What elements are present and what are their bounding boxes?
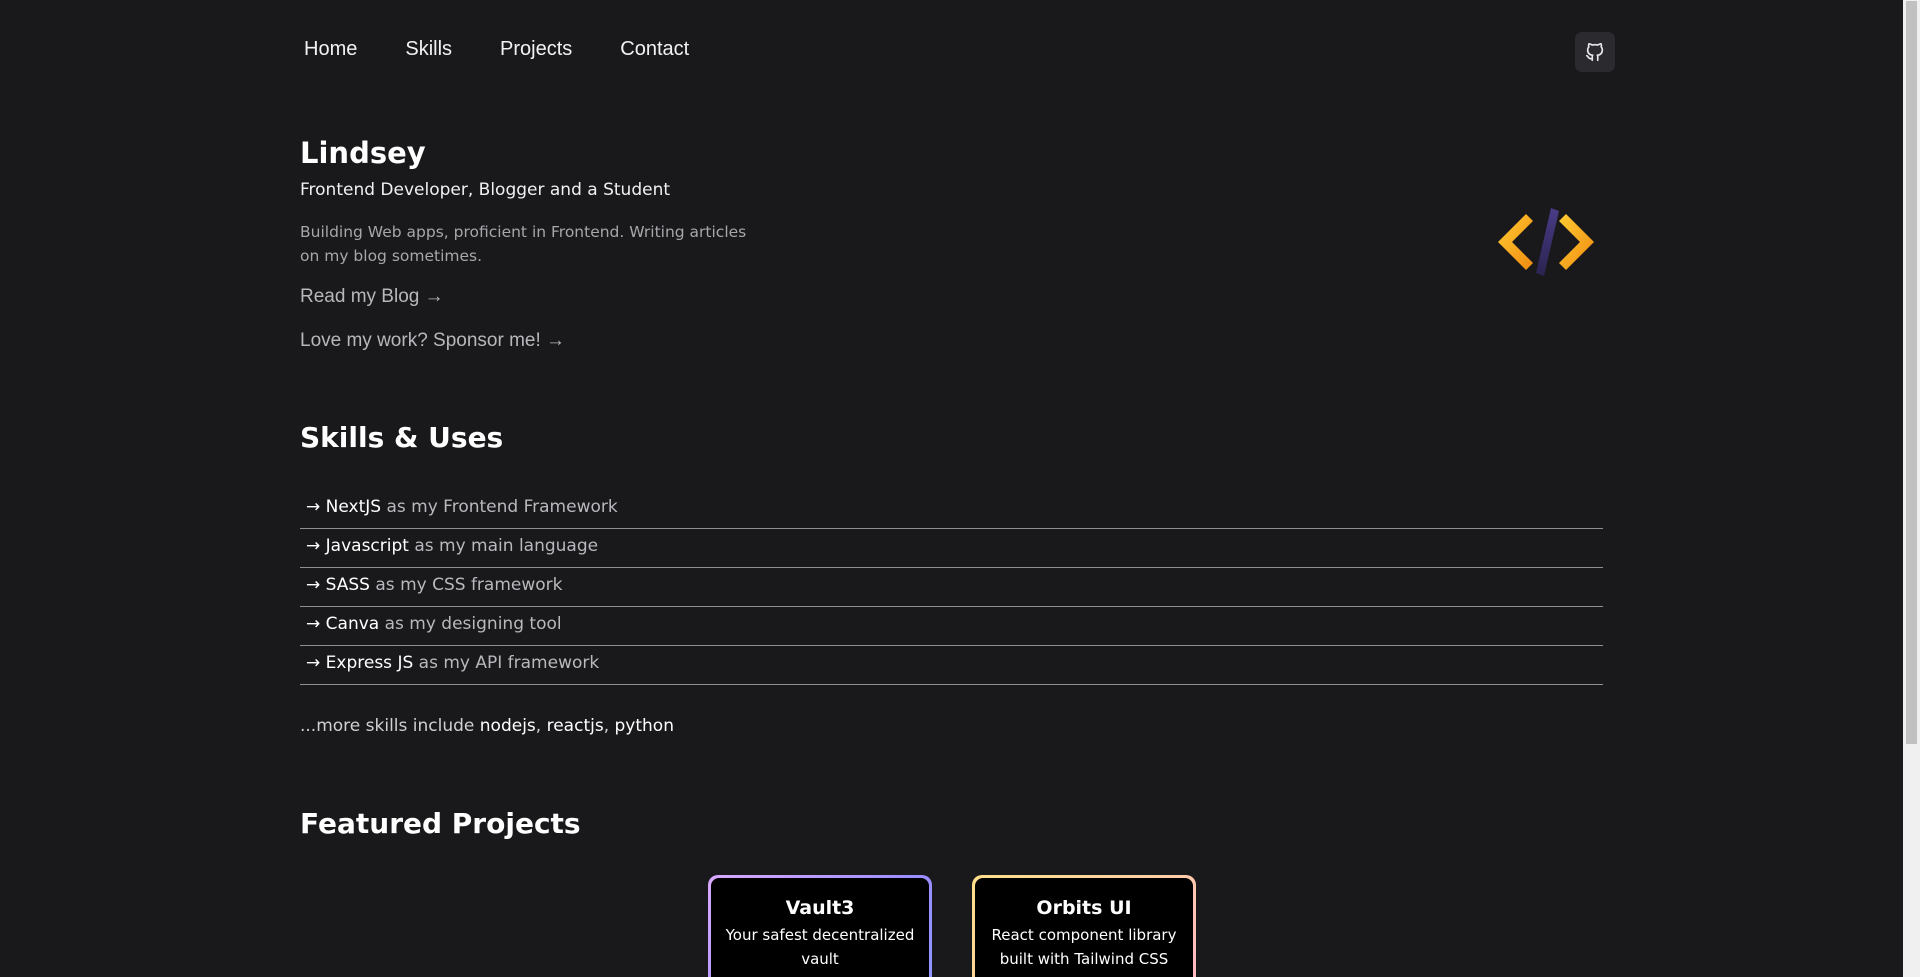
arrow-right-icon: → [306,614,321,634]
skill-item: → Javascript as my main language [300,529,1603,568]
scrollbar-thumb[interactable] [1906,1,1917,744]
github-icon [1585,42,1604,62]
skill-name: Javascript [325,536,409,556]
read-blog-link[interactable]: Read my Blog → [300,286,444,308]
skill-name: Express JS [325,653,414,673]
nav-skills-link[interactable]: Skills [405,38,452,61]
sponsor-link[interactable]: Love my work? Sponsor me! → [300,330,565,352]
main-nav: Home Skills Projects Contact [304,38,689,61]
project-title: Vault3 [785,897,855,919]
more-skills-prefix: ...more skills include [300,716,480,736]
separator: , [603,716,615,736]
project-card-vault3[interactable]: Vault3 Your safest decentralized vault [708,875,932,977]
skill-usage: as my CSS framework [369,575,563,595]
skill-usage: as my Frontend Framework [381,497,618,517]
project-card-orbits-ui[interactable]: Orbits UI React component library built … [972,875,1196,977]
project-card-body: Vault3 Your safest decentralized vault [711,878,929,977]
hero-description: Building Web apps, proficient in Fronten… [300,223,747,265]
arrow-right-icon: → [306,653,321,673]
skill-item: → NextJS as my Frontend Framework [300,490,1603,529]
hero-role: Frontend Developer, Blogger and a Studen… [300,180,671,200]
more-skill: nodejs [479,716,536,736]
code-brackets-icon [1498,208,1594,276]
skill-usage: as my designing tool [379,614,562,634]
page-scrollbar[interactable] [1903,0,1920,977]
skill-name: SASS [325,575,370,595]
separator: , [535,716,547,736]
skill-item: → Express JS as my API framework [300,646,1603,685]
arrow-right-icon: → [306,497,321,517]
skill-item: → SASS as my CSS framework [300,568,1603,607]
project-description: React component library built with Tailw… [991,926,1177,968]
more-skills-text: ...more skills include nodejs, reactjs, … [300,716,674,736]
project-description: Your safest decentralized vault [725,926,915,968]
portfolio-page: Home Skills Projects Contact Lindsey Fro… [0,0,1920,977]
nav-contact-link[interactable]: Contact [620,38,689,61]
skills-list: → NextJS as my Frontend Framework → Java… [300,490,1603,685]
hero-name: Lindsey [300,136,426,170]
arrow-right-icon: → [306,536,321,556]
skills-section-title: Skills & Uses [300,421,504,454]
skill-usage: as my API framework [413,653,600,673]
more-skill: python [614,716,674,736]
nav-home-link[interactable]: Home [304,38,357,61]
project-card-body: Orbits UI React component library built … [975,878,1193,977]
skill-name: NextJS [325,497,382,517]
projects-section-title: Featured Projects [300,807,581,840]
project-title: Orbits UI [1036,897,1132,919]
nav-projects-link[interactable]: Projects [500,38,572,61]
skill-usage: as my main language [408,536,599,556]
arrow-right-icon: → [306,575,321,595]
more-skill: reactjs [546,716,604,736]
github-button[interactable] [1575,32,1615,72]
skill-name: Canva [325,614,380,634]
skill-item: → Canva as my designing tool [300,607,1603,646]
